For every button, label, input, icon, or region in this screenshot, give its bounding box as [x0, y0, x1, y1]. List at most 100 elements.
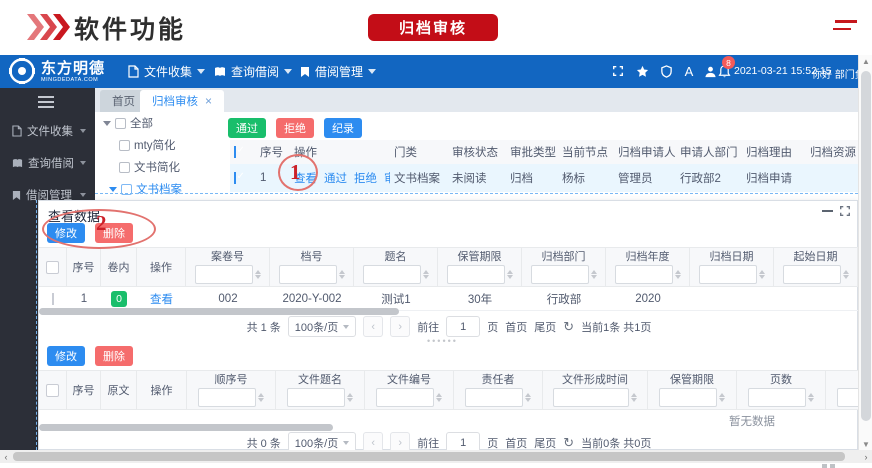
- tree-checkbox[interactable]: [119, 140, 130, 151]
- page-number-input[interactable]: [446, 316, 480, 337]
- last-page-link[interactable]: 尾页: [534, 319, 556, 335]
- archive-year-filter-input[interactable]: [615, 265, 673, 284]
- tab-archive-review[interactable]: 归档审核 ×: [140, 90, 224, 112]
- review-table-row[interactable]: 1 查看 通过 拒绝 审核记录 文书档案 未阅读 归档 杨标 管理员 行政部2 …: [230, 164, 858, 192]
- hamburger-icon[interactable]: [38, 96, 54, 111]
- refresh-icon[interactable]: ↻: [563, 320, 574, 333]
- minimize-icon[interactable]: [822, 210, 833, 212]
- last-page-link[interactable]: 尾页: [534, 435, 556, 451]
- archive-number-filter-input[interactable]: [279, 265, 337, 284]
- tree-node-wenshu-jianhua[interactable]: 文书简化: [119, 159, 180, 175]
- tree-node-all[interactable]: 全部: [103, 115, 153, 131]
- tree-checkbox[interactable]: [115, 118, 126, 129]
- sort-toggle[interactable]: [759, 270, 765, 279]
- resize-handle[interactable]: ••••••: [427, 339, 458, 343]
- volume-number-filter-input[interactable]: [195, 265, 253, 284]
- first-page-link[interactable]: 首页: [505, 319, 527, 335]
- tree-checkbox[interactable]: [119, 162, 130, 173]
- sort-toggle[interactable]: [507, 270, 513, 279]
- delete-button[interactable]: 删除: [95, 346, 133, 366]
- sort-toggle[interactable]: [423, 270, 429, 279]
- scroll-right-icon[interactable]: ›: [860, 450, 872, 463]
- tree-node-mty[interactable]: mty简化: [119, 137, 176, 153]
- row-checkbox[interactable]: [52, 293, 54, 305]
- start-date-filter-input[interactable]: [783, 265, 841, 284]
- refresh-icon[interactable]: ↻: [563, 436, 574, 449]
- inner-count-badge[interactable]: 0: [111, 291, 127, 307]
- table-hscroll-thumb[interactable]: [39, 424, 333, 431]
- row-checkbox[interactable]: [234, 172, 236, 184]
- scroll-down-icon[interactable]: ▼: [859, 438, 872, 450]
- sort-toggle[interactable]: [631, 393, 637, 402]
- sort-toggle[interactable]: [675, 270, 681, 279]
- scroll-left-icon[interactable]: ‹: [0, 450, 12, 463]
- next-page-button[interactable]: ›: [390, 316, 410, 337]
- sort-toggle[interactable]: [719, 393, 725, 402]
- menu-borrow-manage[interactable]: 借阅管理: [300, 55, 376, 88]
- shield-icon[interactable]: [658, 63, 674, 79]
- chevron-down-icon: [343, 325, 349, 329]
- pass-button[interactable]: 通过: [228, 118, 266, 138]
- star-icon[interactable]: [634, 63, 650, 79]
- retention-period-filter-input[interactable]: [659, 388, 717, 407]
- sort-toggle[interactable]: [591, 270, 597, 279]
- sort-toggle[interactable]: [347, 393, 353, 402]
- view-data-panel: 查看数据 修改 删除 序号 卷内 操作 案卷号 档号: [38, 200, 858, 450]
- sort-toggle[interactable]: [843, 270, 849, 279]
- page-count-filter-input[interactable]: [748, 388, 806, 407]
- volume-table-header: 序号 卷内 操作 案卷号 档号 题名 保管期限: [39, 247, 859, 287]
- sidebar-item-query-borrow[interactable]: 查询借阅: [0, 152, 95, 174]
- archive-date-filter-input[interactable]: [699, 265, 757, 284]
- horizontal-scrollbar[interactable]: ‹ ›: [0, 450, 872, 463]
- responsible-person-filter-input[interactable]: [465, 388, 523, 407]
- fullscreen-icon[interactable]: [610, 63, 626, 79]
- sort-toggle[interactable]: [258, 393, 264, 402]
- sort-toggle[interactable]: [808, 393, 814, 402]
- page-size-select[interactable]: 100条/页: [288, 316, 356, 337]
- reject-button[interactable]: 拒绝: [276, 118, 314, 138]
- sequence-number-filter-input[interactable]: [198, 388, 256, 407]
- expand-icon[interactable]: [839, 205, 851, 220]
- menu-label: 借阅管理: [315, 63, 363, 80]
- sort-toggle[interactable]: [436, 393, 442, 402]
- sort-toggle[interactable]: [339, 270, 345, 279]
- tree-node-wenshu-dangan[interactable]: 文书档案: [109, 181, 182, 197]
- menu-label: 文件收集: [144, 63, 192, 80]
- brand-name: 东方明德: [41, 60, 105, 77]
- sidebar-item-label: 查询借阅: [28, 155, 74, 171]
- file-title-filter-input[interactable]: [287, 388, 345, 407]
- select-all-checkbox[interactable]: [46, 384, 59, 397]
- menu-query-borrow[interactable]: 查询借阅: [214, 55, 292, 88]
- scroll-up-icon[interactable]: ▲: [859, 55, 872, 67]
- caret-down-icon[interactable]: [103, 121, 111, 126]
- prev-page-button[interactable]: ‹: [363, 316, 383, 337]
- caret-down-icon[interactable]: [109, 187, 117, 192]
- edit-button[interactable]: 修改: [47, 346, 85, 366]
- page-summary: 当前1条 共1页: [581, 319, 651, 335]
- close-icon[interactable]: ×: [205, 94, 212, 108]
- file-number-filter-input[interactable]: [376, 388, 434, 407]
- font-size-icon[interactable]: A: [681, 63, 697, 79]
- reject-link[interactable]: 拒绝: [354, 170, 377, 186]
- archive-dept-filter-input[interactable]: [531, 265, 589, 284]
- view-link[interactable]: 查看: [150, 294, 173, 306]
- title-filter-input[interactable]: [363, 265, 421, 284]
- retention-period-filter-input[interactable]: [447, 265, 505, 284]
- vertical-scrollbar[interactable]: ▲ ▼: [858, 55, 872, 450]
- pass-link[interactable]: 通过: [324, 170, 347, 186]
- sort-toggle[interactable]: [525, 393, 531, 402]
- vertical-scroll-thumb[interactable]: [861, 71, 871, 421]
- record-button[interactable]: 纪录: [324, 118, 362, 138]
- page-number-filter-input[interactable]: [837, 388, 859, 407]
- horizontal-scroll-thumb[interactable]: [13, 452, 845, 461]
- select-all-checkbox[interactable]: [46, 261, 59, 274]
- first-page-link[interactable]: 首页: [505, 435, 527, 451]
- screen: 软件功能 归档审核 东方明德 MINGDEDATA.COM 文件收集: [0, 0, 872, 468]
- sort-toggle[interactable]: [255, 270, 261, 279]
- file-created-time-filter-input[interactable]: [553, 388, 629, 407]
- menu-file-collect[interactable]: 文件收集: [128, 55, 205, 88]
- table-hscroll-thumb[interactable]: [39, 308, 399, 315]
- edit-button[interactable]: 修改: [47, 223, 85, 243]
- sidebar-item-file-collect[interactable]: 文件收集: [0, 120, 95, 142]
- select-all-checkbox[interactable]: [234, 146, 236, 158]
